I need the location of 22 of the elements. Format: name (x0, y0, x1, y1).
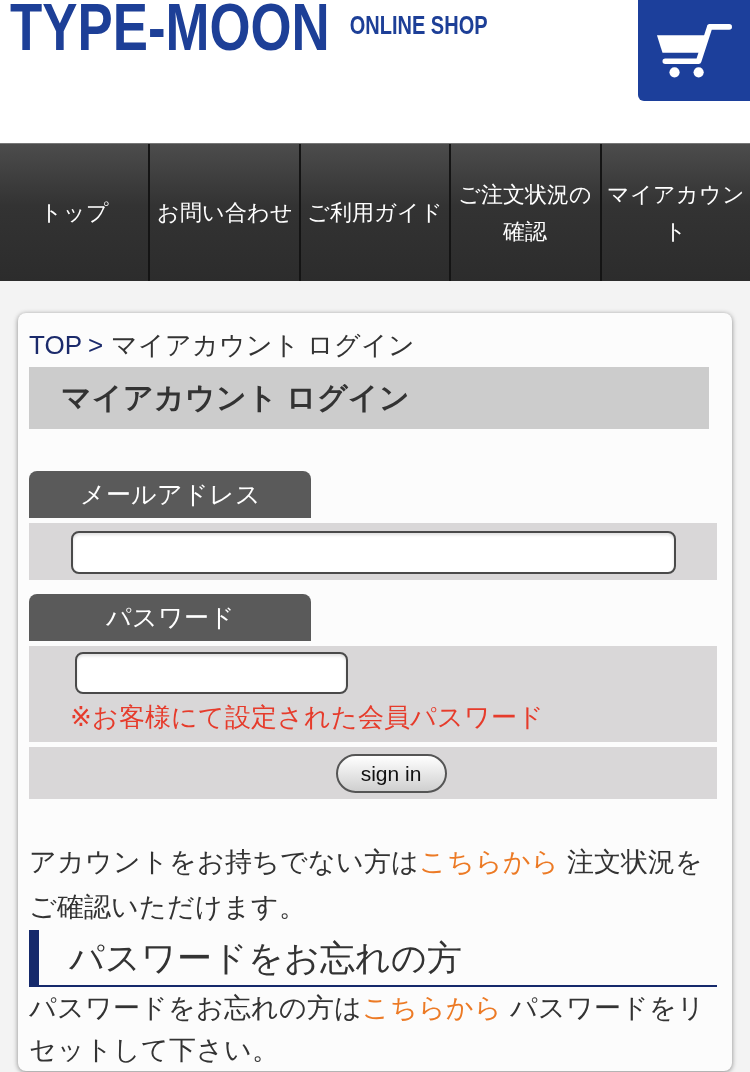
page-title: マイアカウント ログイン (29, 367, 709, 429)
cart-button[interactable] (638, 0, 750, 101)
breadcrumb-link[interactable]: TOP (29, 330, 82, 360)
sign-in-button[interactable]: sign in (335, 754, 447, 793)
password-hint: ※お客様にて設定された会員パスワード (70, 701, 545, 734)
nav-link[interactable]: お問い合わせ (150, 144, 301, 281)
logo-tagline: ONLINE SHOP (349, 12, 488, 38)
password-field[interactable] (75, 652, 348, 694)
nav-link[interactable]: トップ (0, 144, 151, 281)
section-text: パスワードをお忘れの方は こちらから パスワードをリセットして下さい。 (29, 992, 706, 1067)
nav-link[interactable]: マイアカウント (601, 144, 750, 281)
section-heading: パスワードをお忘れの方 (29, 930, 717, 987)
breadcrumb-separator: > (88, 330, 104, 360)
breadcrumb-current: マイアカウント ログイン (111, 330, 416, 360)
nav-link[interactable]: ご利用ガイド (300, 144, 452, 281)
field-label: メールアドレス (29, 471, 311, 518)
email-field[interactable] (71, 531, 676, 574)
field-label: パスワード (29, 594, 311, 641)
nav-link[interactable]: ご注文状況の確認 (451, 144, 602, 281)
logo-text: TYPE-MOON (10, 2, 330, 52)
notice-text: アカウントをお持ちでない方は こちらから 注文状況をご確認いただけます。 (29, 846, 704, 924)
cart-icon (656, 22, 732, 79)
